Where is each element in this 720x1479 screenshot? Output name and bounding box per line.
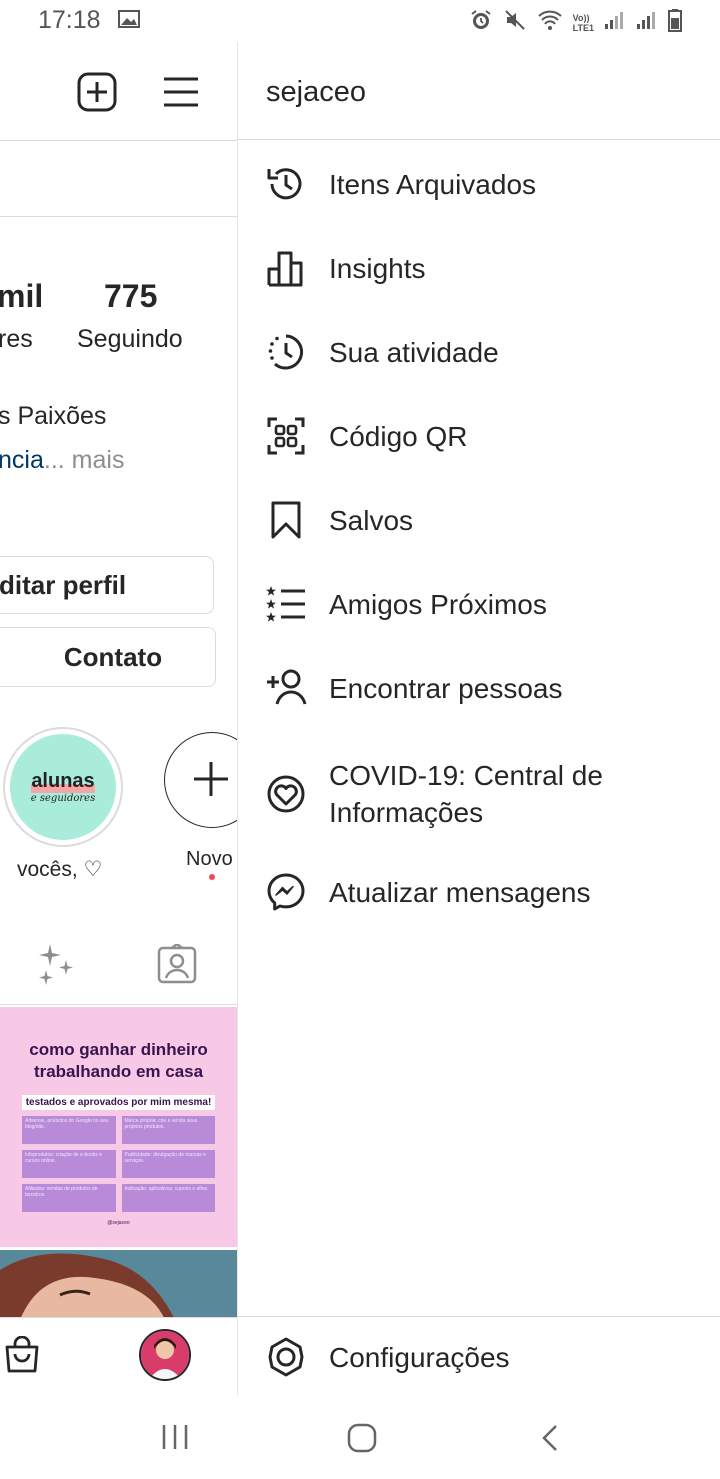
divider [0,216,237,217]
menu-item-label: Código QR [329,420,468,452]
menu-item-label: Insights [329,252,426,284]
profile-avatar[interactable] [139,1329,191,1381]
status-bar: 17:18 Vo)) LTE1 [0,0,720,42]
drawer-divider [238,139,720,140]
menu-item-settings[interactable]: Configurações [238,1322,720,1392]
bio-more[interactable]: ... mais [44,446,125,474]
signal-icon [604,10,626,35]
menu-item-label: Sua atividade [329,336,499,368]
followers-count: mil [0,278,44,314]
menu-item-label: Amigos Próximos [329,588,547,620]
wifi-icon [537,9,563,36]
menu-item-discover-people[interactable]: Encontrar pessoas [238,653,720,723]
post-grid: Adsense, anúncios do Google no seu blog/… [22,1116,215,1212]
volte-icon: Vo)) LTE1 [573,13,594,33]
following-label[interactable]: Seguindo [77,325,183,354]
menu-item-saved[interactable]: Salvos [238,485,720,555]
battery-icon [668,8,682,37]
menu-item-label: Itens Arquivados [329,168,537,200]
recent-apps-button[interactable] [160,1423,190,1456]
activity-clock-icon [264,330,308,374]
volte-label: Vo)) [572,12,590,23]
highlight-label: vocês, ♡ [17,858,103,881]
post-box: Infoprodutos: criação de e-books e curso… [22,1150,116,1178]
home-button[interactable] [347,1423,377,1458]
menu-item-label: Encontrar pessoas [329,672,563,704]
highlight-title: alunas [31,770,95,793]
highlight-cover: alunas e seguidores [10,734,116,840]
bio-text: s Paixões [0,402,107,430]
followers-label[interactable]: res [0,325,33,354]
menu-item-label: Atualizar mensagens [329,876,591,908]
reels-tab-icon[interactable] [36,942,80,991]
tab-divider [0,1004,237,1005]
menu-item-update-messaging[interactable]: Atualizar mensagens [238,857,720,927]
new-highlight-label: Novo [186,848,233,870]
add-person-icon [264,666,308,710]
lte-label: LTE1 [572,22,594,33]
close-friends-list-icon [264,582,308,626]
system-nav-bar [0,1395,720,1479]
menu-item-archive[interactable]: Itens Arquivados [238,149,720,219]
gear-icon [264,1335,308,1379]
post-title-line1: como ganhar dinheiro [29,1040,208,1059]
bio-link[interactable]: ncia [0,446,44,474]
side-drawer: sejaceo Itens Arquivados Insights Sua at… [237,42,720,1395]
post-thumbnail[interactable]: como ganhar dinheiro trabalhando em casa… [0,1007,237,1247]
notification-dot [209,874,215,880]
back-button[interactable] [540,1423,560,1458]
menu-item-close-friends[interactable]: Amigos Próximos [238,569,720,639]
post-box: Marca própria: crie e venda seus próprio… [121,1116,215,1144]
messenger-icon [264,870,308,914]
status-icons: Vo)) LTE1 [469,8,682,37]
alarm-icon [469,8,493,37]
menu-item-activity[interactable]: Sua atividade [238,317,720,387]
tagged-tab-icon[interactable] [157,942,197,989]
post-thumbnail-2[interactable] [0,1250,237,1320]
menu-item-insights[interactable]: Insights [238,233,720,303]
menu-item-covid-info[interactable]: COVID-19: Central de Informações [238,754,720,834]
bookmark-icon [264,498,308,542]
new-post-button[interactable] [77,72,117,112]
post-box: Adsense, anúncios do Google no seu blog/… [22,1116,116,1144]
new-highlight-button[interactable] [164,732,237,828]
highlight-subtitle: e seguidores [30,793,96,804]
settings-divider [238,1316,720,1317]
post-title-line2: trabalhando em casa [33,1062,204,1081]
image-icon [118,9,140,34]
contact-button[interactable]: Contato [0,627,216,687]
contact-label: Contato [63,641,163,672]
signal-icon [636,10,658,35]
menu-item-label: Configurações [329,1341,510,1373]
following-count: 775 [104,278,158,314]
post-subtitle: testados e aprovados por mim mesma! [22,1095,215,1110]
insights-chart-icon [264,246,308,290]
highlight-alunas[interactable]: alunas e seguidores [3,727,123,847]
menu-item-qr-code[interactable]: Código QR [238,401,720,471]
status-time: 17:18 [38,6,101,34]
qr-code-icon [264,414,308,458]
bio-link-line: ncia... mais [0,446,124,475]
post-box: Indicação: aplicativos, cupons e afins. [121,1184,215,1212]
drawer-username: sejaceo [266,76,366,108]
divider [0,140,237,141]
menu-item-label: Salvos [329,504,414,536]
mute-icon [503,8,527,37]
post-box: Publicidade: divulgação de marcas e serv… [121,1150,215,1178]
archive-history-icon [264,162,308,206]
menu-item-label: COVID-19: Central de Informações [329,760,603,828]
shop-icon[interactable] [4,1335,40,1379]
covid-heart-icon [264,772,308,816]
edit-profile-button[interactable]: ditar perfil [0,556,214,614]
bottom-nav [0,1318,237,1395]
post-box: Afiliados: vendas de produtos de terceir… [22,1184,116,1212]
profile-panel: mil res 775 Seguindo s Paixões ncia... m… [0,42,237,1395]
menu-button[interactable] [162,75,200,109]
edit-profile-label: ditar perfil [0,569,127,600]
post-footer: @sejaceo [107,1220,130,1226]
